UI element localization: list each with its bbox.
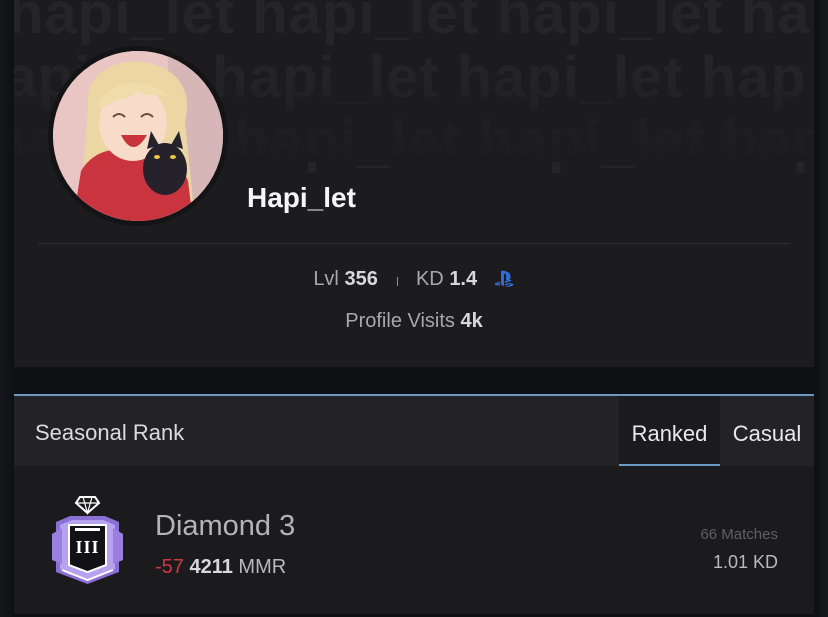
rank-header: Seasonal Rank Ranked Casual [14, 396, 814, 466]
diamond-rank-badge-icon: III [50, 494, 125, 586]
stats-line: Lvl 356 KD 1.4 [14, 268, 814, 294]
playstation-icon [493, 270, 515, 294]
divider [38, 243, 790, 244]
mmr-unit: MMR [238, 556, 287, 578]
rank-summary: III Diamond 3 -57 4211 MMR 66 Matches 1.… [14, 466, 814, 614]
rank-name: Diamond 3 [155, 510, 296, 542]
kd-value: 1.4 [449, 268, 478, 290]
username: Hapi_let [247, 182, 356, 213]
tab-casual[interactable]: Casual [726, 396, 808, 466]
seasonal-rank-card: Seasonal Rank Ranked Casual III Diamond … [14, 394, 814, 614]
profile-visits: Profile Visits 4k [14, 310, 814, 333]
level-label: Lvl [313, 268, 339, 290]
avatar[interactable] [48, 46, 228, 226]
visits-label: Profile Visits [345, 310, 455, 332]
level-value: 356 [344, 268, 378, 290]
mmr-value: 4211 [189, 556, 233, 578]
mmr-line: -57 4211 MMR [155, 556, 286, 579]
matches-count: 66 Matches [700, 526, 778, 543]
avatar-image [53, 51, 223, 221]
profile-card: hapi_let hapi_let hapi_let hap hapi_let … [14, 0, 814, 367]
section-title: Seasonal Rank [35, 420, 185, 445]
tab-ranked[interactable]: Ranked [619, 396, 720, 466]
visits-value: 4k [460, 310, 483, 332]
stats-separator [397, 277, 399, 286]
kd-label: KD [415, 268, 444, 290]
mmr-delta: -57 [155, 556, 184, 578]
seasonal-kd: 1.01 KD [712, 552, 778, 572]
rank-numeral: III [75, 537, 100, 557]
